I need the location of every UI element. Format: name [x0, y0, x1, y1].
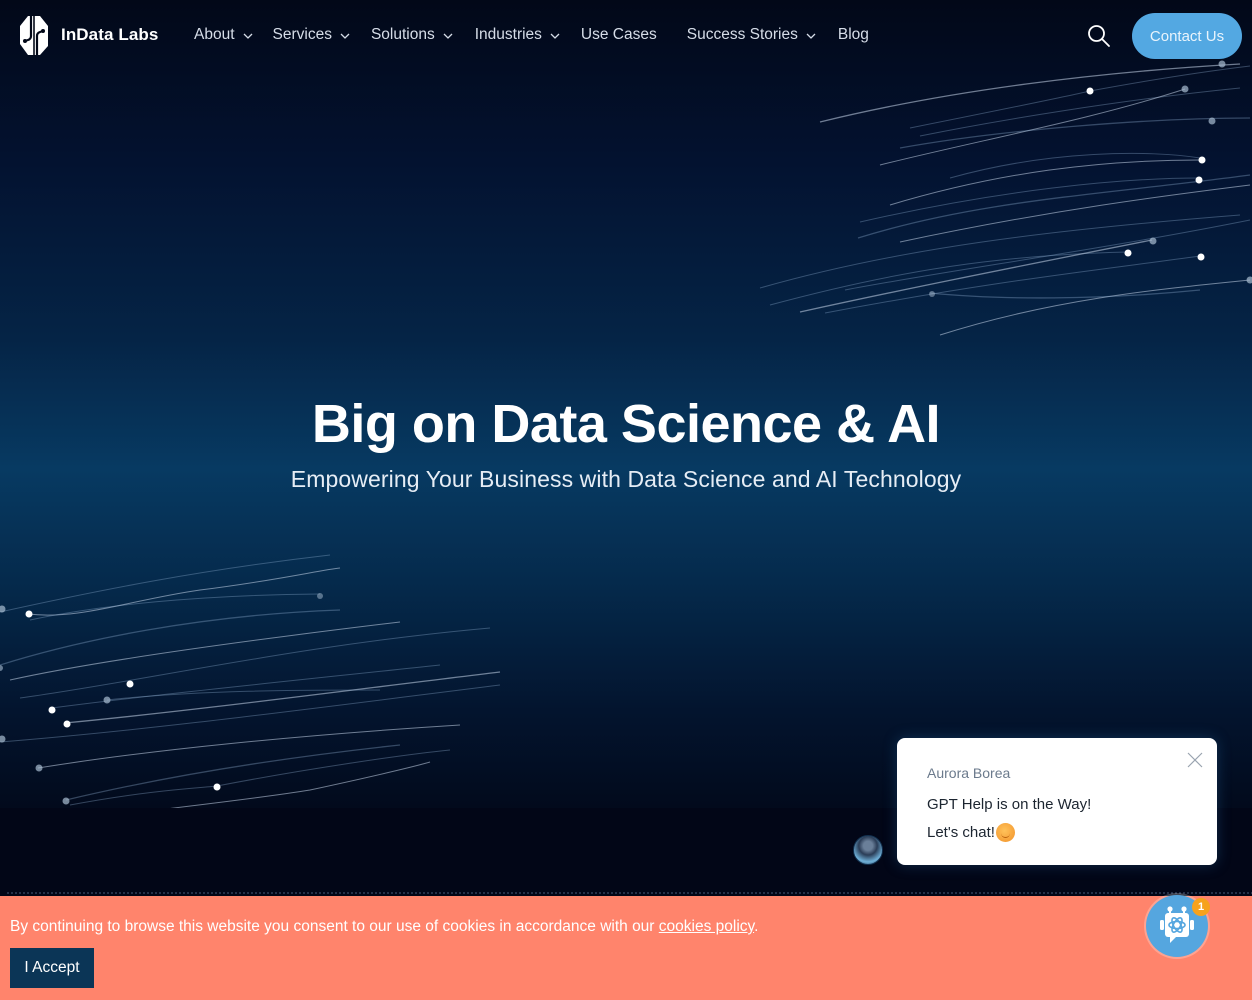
particle-line: [9, 621, 401, 681]
cookies-policy-link[interactable]: cookies policy: [659, 918, 754, 935]
nav-label: Success Stories: [686, 26, 798, 43]
chat-sender-name: Aurora Borea: [927, 765, 1011, 781]
nav-item-solutions[interactable]: Solutions: [371, 26, 453, 44]
particle-line: [919, 87, 1241, 137]
chat-message-line2: Let's chat!: [927, 823, 1015, 842]
chat-popup[interactable]: Aurora Borea GPT Help is on the Way! Let…: [897, 738, 1217, 865]
particle-line: [889, 159, 1201, 206]
particle-line: [19, 627, 491, 699]
particle-line: [949, 152, 1201, 179]
particle-line: [29, 593, 321, 621]
main-nav: About Services Solutions Industries Use …: [194, 26, 869, 44]
particle-dot: [126, 680, 134, 688]
cookie-consent-bar: By continuing to browse this website you…: [0, 896, 1252, 1000]
hero-subtitle: Empowering Your Business with Data Scien…: [290, 466, 962, 492]
chevron-down-icon: [806, 33, 816, 39]
chevron-down-icon: [443, 33, 453, 39]
section-divider: [6, 891, 1252, 895]
particle-dot: [1086, 87, 1094, 95]
close-icon: [1187, 752, 1203, 768]
chevron-down-icon: [550, 33, 560, 39]
search-button[interactable]: [1087, 24, 1111, 48]
particle-dot: [63, 720, 71, 728]
accept-cookies-button[interactable]: I Accept: [10, 948, 94, 988]
site-header: InData Labs About Services Solutions Ind…: [0, 0, 1252, 75]
nav-item-about[interactable]: About: [194, 26, 253, 44]
smiling-face-emoji-icon: [995, 823, 1015, 842]
nav-item-blog[interactable]: Blog: [838, 26, 869, 44]
particle-line: [759, 214, 1241, 289]
particle-dot: [929, 291, 935, 297]
nav-label: About: [194, 26, 235, 43]
particle-line: [0, 684, 501, 743]
particle-dot: [317, 593, 323, 599]
particle-dot: [25, 610, 33, 618]
particle-dot: [62, 797, 70, 805]
chat-message-line1: GPT Help is on the Way!: [927, 796, 1092, 813]
search-icon: [1088, 25, 1110, 47]
particle-line: [0, 554, 331, 613]
chat-message-text: Let's chat!: [927, 824, 995, 841]
nav-label: Blog: [837, 26, 869, 43]
nav-item-use-cases[interactable]: Use Cases: [581, 26, 657, 44]
logo-mark-icon: [20, 14, 48, 56]
particle-line: [799, 239, 1153, 313]
particle-line: [844, 219, 1251, 291]
chat-close-button[interactable]: [1187, 752, 1203, 768]
particle-line: [857, 174, 1251, 239]
chatbot-icon: [1160, 906, 1194, 943]
particle-dot: [35, 764, 43, 772]
brand-name: InData Labs: [61, 25, 159, 44]
nav-label: Solutions: [370, 26, 435, 43]
particle-line: [859, 177, 1201, 223]
particle-line: [939, 279, 1251, 336]
nav-label: Industries: [474, 26, 542, 43]
particle-line: [0, 609, 341, 666]
nav-item-services[interactable]: Services: [273, 26, 350, 44]
particle-dot: [0, 665, 3, 671]
logo[interactable]: InData Labs: [19, 14, 158, 56]
chevron-down-icon: [243, 33, 252, 39]
nav-label: Use Cases: [580, 26, 657, 43]
hero-title: Big on Data Science & AI: [311, 394, 941, 454]
cookie-suffix: .: [754, 918, 759, 935]
particle-dot: [48, 706, 56, 714]
particle-line: [929, 289, 1201, 299]
contact-us-button[interactable]: Contact Us: [1132, 13, 1242, 59]
cookie-text: By continuing to browse this website you…: [10, 918, 659, 935]
unread-badge: 1: [1192, 898, 1210, 916]
particle-dot: [1246, 276, 1252, 284]
particle-dot: [1208, 117, 1216, 125]
particle-dot: [1195, 176, 1203, 184]
particle-dot: [1198, 156, 1206, 164]
particle-dot: [1197, 253, 1205, 261]
hero-section: Big on Data Science & AI Empowering Your…: [0, 0, 1252, 808]
particle-line: [899, 117, 1251, 149]
cookie-message: By continuing to browse this website you…: [10, 918, 758, 936]
particle-line: [37, 724, 461, 769]
nav-item-success-stories[interactable]: Success Stories: [687, 26, 816, 44]
particle-line: [899, 184, 1251, 243]
nav-label: Services: [272, 26, 332, 43]
particle-dot: [1124, 249, 1132, 257]
chevron-down-icon: [340, 33, 350, 39]
particle-dot: [213, 783, 221, 791]
particle-dot: [103, 696, 111, 704]
agent-avatar[interactable]: [853, 835, 883, 865]
nav-item-industries[interactable]: Industries: [475, 26, 560, 44]
particle-line: [824, 255, 1201, 314]
particle-line: [27, 567, 341, 616]
particle-line: [65, 744, 401, 801]
particle-dot: [1149, 237, 1157, 245]
particle-dot: [1181, 85, 1189, 93]
